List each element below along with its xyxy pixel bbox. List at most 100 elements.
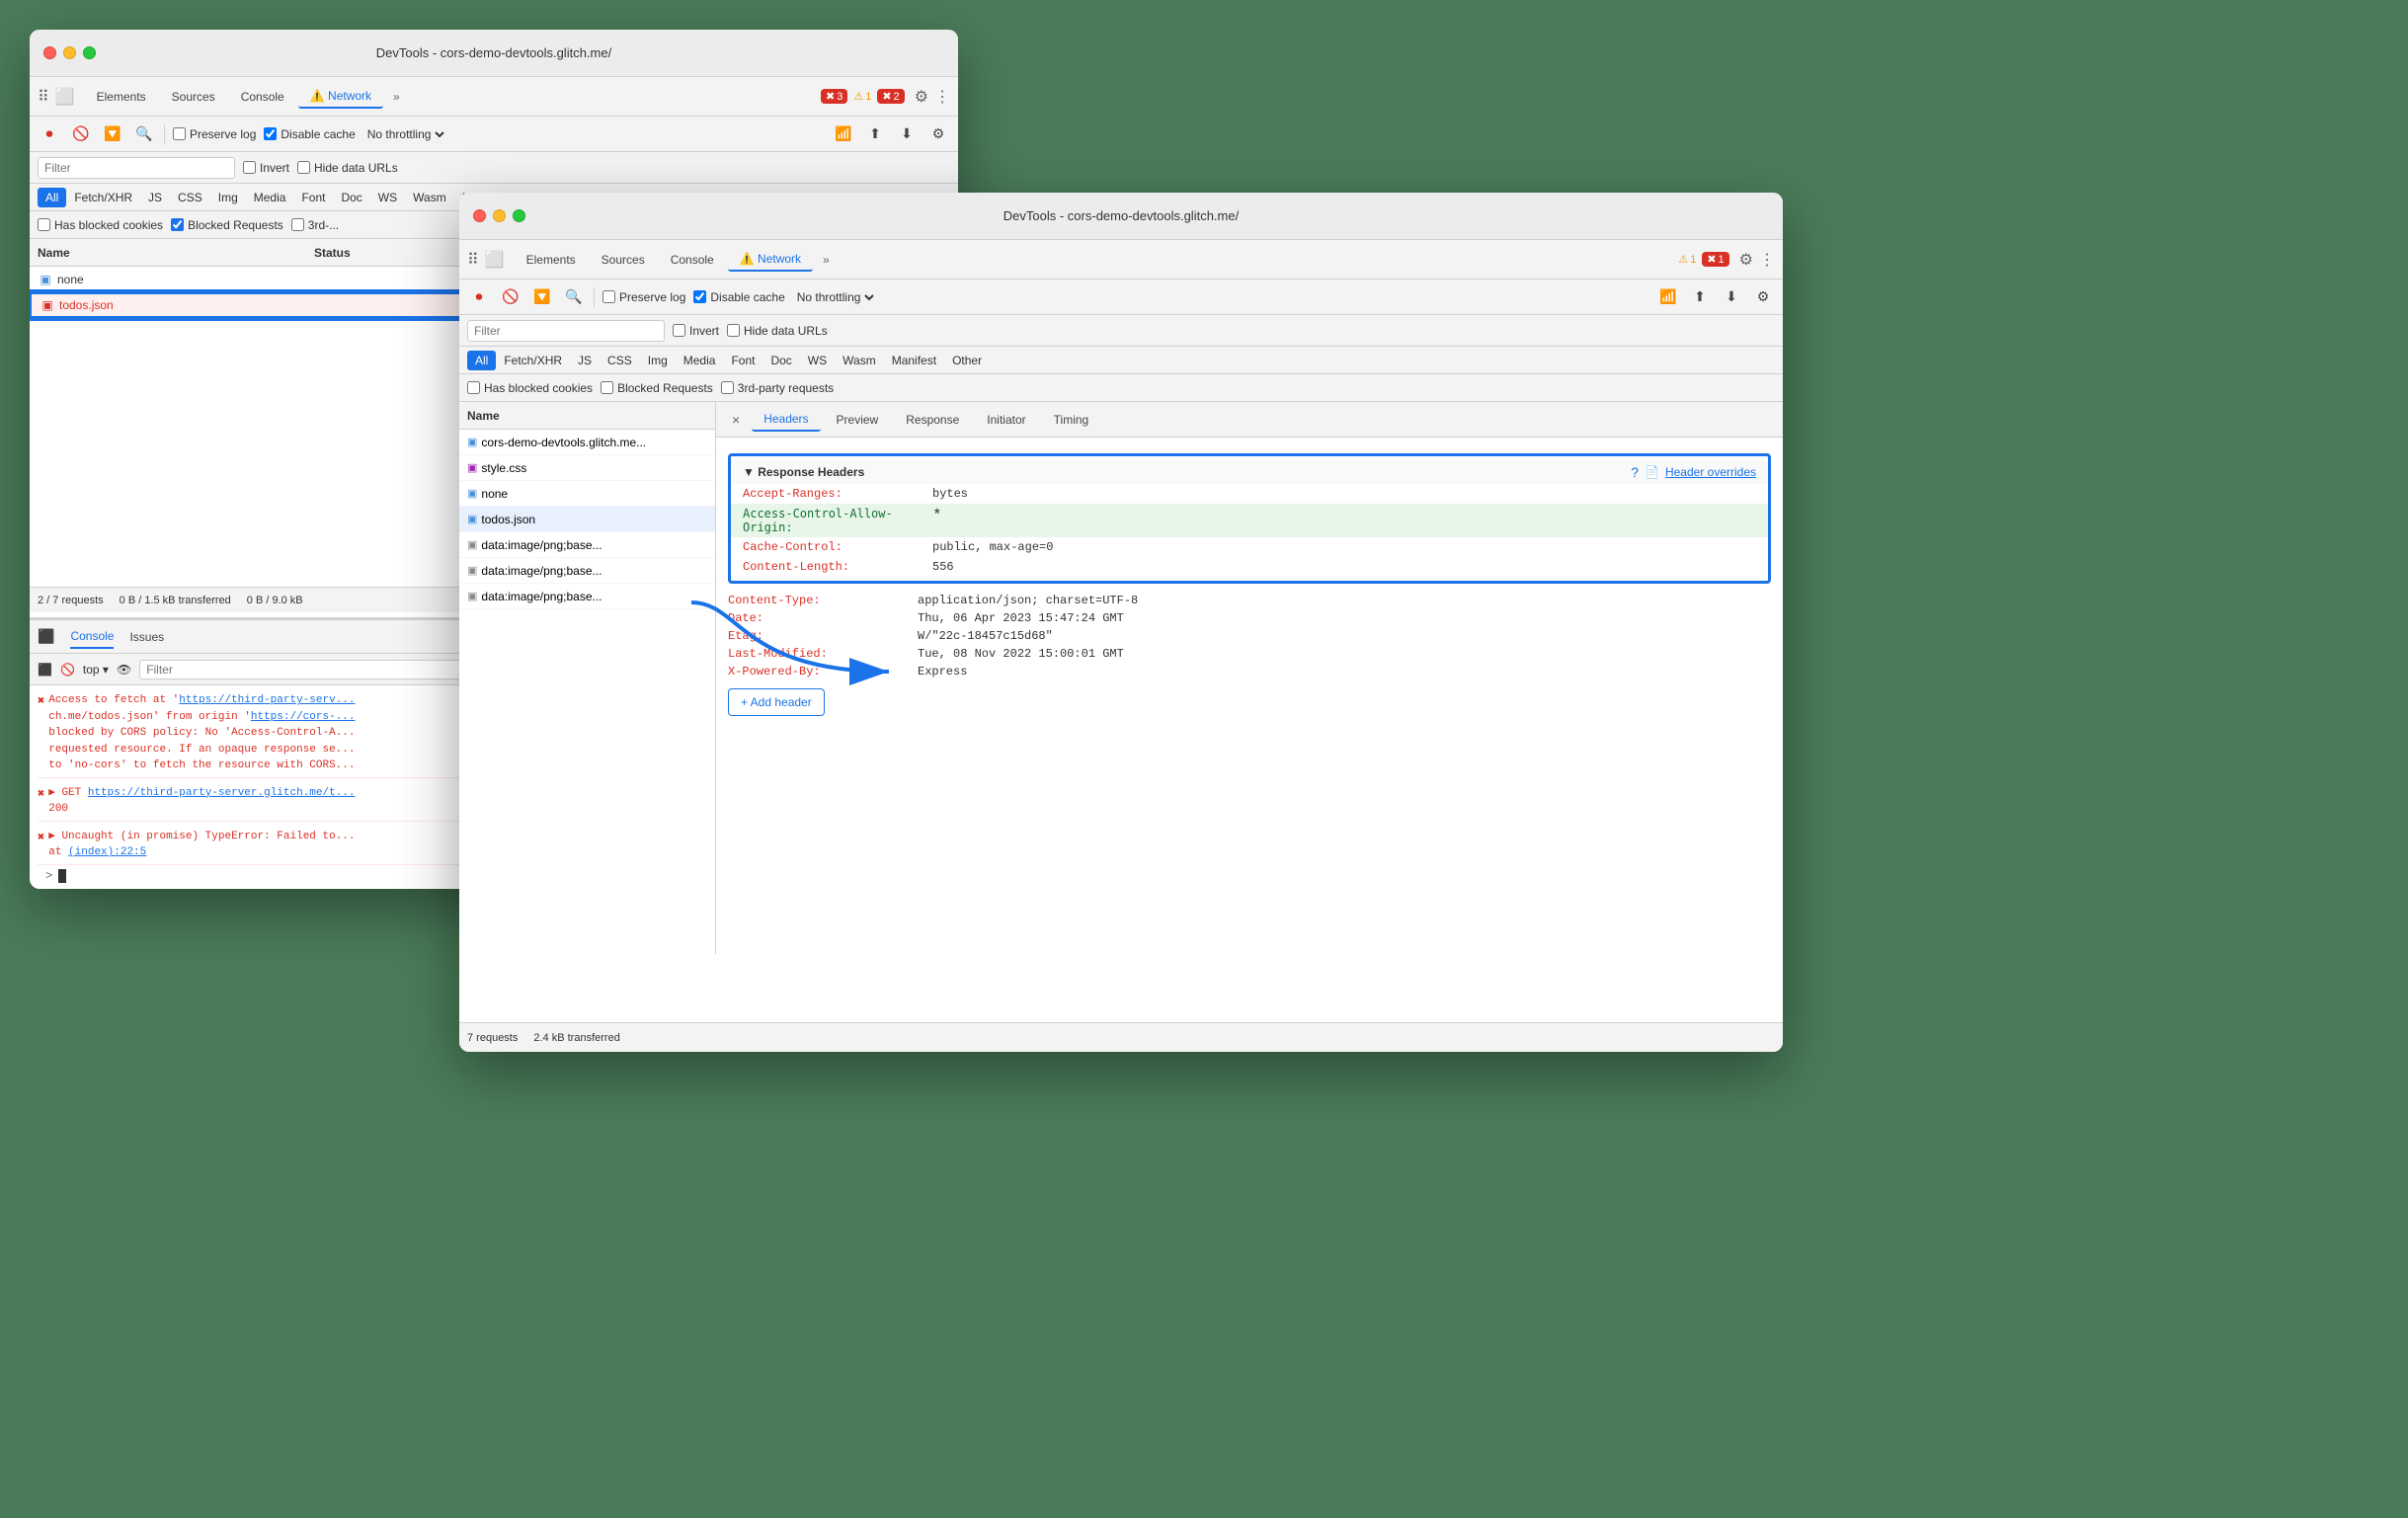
- close-button-front[interactable]: [473, 209, 486, 222]
- error-link-3[interactable]: https://third-party-server.glitch.me/t..…: [88, 787, 356, 799]
- disable-cache-label-front[interactable]: Disable cache: [693, 290, 784, 304]
- header-override-link[interactable]: Header overrides: [1665, 465, 1756, 479]
- top-dropdown[interactable]: top ▾: [83, 663, 109, 677]
- maximize-button-back[interactable]: [83, 46, 96, 59]
- question-icon[interactable]: ?: [1631, 464, 1639, 480]
- tab-network-back[interactable]: ⚠️ Network: [298, 85, 383, 109]
- tab-console-back[interactable]: Console: [229, 86, 296, 108]
- tab-sources-back[interactable]: Sources: [160, 86, 227, 108]
- type-js-back[interactable]: JS: [140, 188, 170, 207]
- type-all-back[interactable]: All: [38, 188, 66, 207]
- tab-elements-front[interactable]: Elements: [515, 249, 588, 271]
- tab-more-front[interactable]: »: [815, 249, 838, 271]
- clear-console-icon[interactable]: 🚫: [60, 663, 75, 677]
- type-all-front[interactable]: All: [467, 351, 496, 370]
- blocked-cookies-check-front[interactable]: [467, 381, 480, 394]
- detail-tab-headers[interactable]: Headers: [752, 408, 820, 432]
- more-icon-back[interactable]: ⋮: [934, 87, 950, 107]
- hide-data-check-front[interactable]: [727, 324, 740, 337]
- file-row-6[interactable]: ▣ data:image/png;base...: [459, 584, 715, 609]
- filter-input-back[interactable]: [38, 157, 235, 179]
- tab-sources-front[interactable]: Sources: [590, 249, 657, 271]
- preserve-log-label-front[interactable]: Preserve log: [602, 290, 685, 304]
- type-ws-front[interactable]: WS: [800, 351, 835, 370]
- tab-console-front[interactable]: Console: [659, 249, 726, 271]
- type-ws-back[interactable]: WS: [370, 188, 405, 207]
- type-js-front[interactable]: JS: [570, 351, 600, 370]
- device-icon-front[interactable]: ⬜: [485, 250, 505, 270]
- invert-label[interactable]: Invert: [243, 161, 289, 175]
- error-link-4[interactable]: (index):22:5: [68, 846, 146, 858]
- disable-cache-label[interactable]: Disable cache: [264, 127, 355, 141]
- tab-more-back[interactable]: »: [385, 86, 408, 108]
- type-css-front[interactable]: CSS: [600, 351, 640, 370]
- close-button-back[interactable]: [43, 46, 56, 59]
- file-row-2[interactable]: ▣ none: [459, 481, 715, 507]
- clear-btn-front[interactable]: 🚫: [499, 285, 522, 309]
- disable-cache-check-front[interactable]: [693, 290, 706, 303]
- hide-data-label-front[interactable]: Hide data URLs: [727, 324, 828, 338]
- type-font-back[interactable]: Font: [293, 188, 333, 207]
- preserve-log-label[interactable]: Preserve log: [173, 127, 256, 141]
- override-file-icon[interactable]: 📄: [1645, 465, 1659, 479]
- maximize-button-front[interactable]: [513, 209, 525, 222]
- wifi-icon[interactable]: 📶: [832, 122, 855, 146]
- file-row-0[interactable]: ▣ cors-demo-devtools.glitch.me...: [459, 430, 715, 455]
- close-detail-btn[interactable]: ×: [724, 408, 748, 432]
- hide-data-check[interactable]: [297, 161, 310, 174]
- search-btn-back[interactable]: 🔍: [132, 122, 156, 146]
- invert-check-front[interactable]: [673, 324, 685, 337]
- error-link-2[interactable]: https://cors-...: [251, 711, 356, 723]
- type-img-front[interactable]: Img: [640, 351, 676, 370]
- blocked-requests-label-front[interactable]: Blocked Requests: [601, 381, 713, 395]
- error-link-1[interactable]: https://third-party-serv...: [179, 694, 355, 706]
- expand-console-icon[interactable]: ⬛: [38, 628, 54, 645]
- type-fetchxhr-back[interactable]: Fetch/XHR: [66, 188, 140, 207]
- type-media-back[interactable]: Media: [246, 188, 294, 207]
- settings-network-icon-front[interactable]: ⚙: [1751, 285, 1775, 309]
- detail-tab-preview[interactable]: Preview: [825, 409, 891, 431]
- minimize-button-back[interactable]: [63, 46, 76, 59]
- third-party-label-front[interactable]: 3rd-party requests: [721, 381, 834, 395]
- filter-input-front[interactable]: [467, 320, 665, 342]
- device-icon[interactable]: ⬜: [55, 87, 75, 107]
- blocked-cookies-label[interactable]: Has blocked cookies: [38, 218, 163, 232]
- blocked-requests-label[interactable]: Blocked Requests: [171, 218, 283, 232]
- file-row-3[interactable]: ▣ todos.json: [459, 507, 715, 532]
- hide-data-label[interactable]: Hide data URLs: [297, 161, 398, 175]
- console-tab-console[interactable]: Console: [70, 625, 114, 649]
- inspect-icon[interactable]: ⠿: [38, 87, 49, 107]
- invert-check[interactable]: [243, 161, 256, 174]
- type-doc-back[interactable]: Doc: [333, 188, 369, 207]
- inspect-icon-front[interactable]: ⠿: [467, 250, 479, 270]
- type-manifest-front[interactable]: Manifest: [884, 351, 944, 370]
- detail-tab-initiator[interactable]: Initiator: [975, 409, 1037, 431]
- record-btn-front[interactable]: ⏺: [467, 285, 491, 309]
- settings-icon-back[interactable]: ⚙: [915, 87, 928, 107]
- type-css-back[interactable]: CSS: [170, 188, 210, 207]
- preserve-log-check-front[interactable]: [602, 290, 615, 303]
- download-icon[interactable]: ⬇: [895, 122, 919, 146]
- file-row-4[interactable]: ▣ data:image/png;base...: [459, 532, 715, 558]
- filter-btn-back[interactable]: 🔽: [101, 122, 124, 146]
- detail-tab-timing[interactable]: Timing: [1042, 409, 1101, 431]
- disable-cache-check[interactable]: [264, 127, 277, 140]
- console-tab-issues[interactable]: Issues: [129, 626, 164, 648]
- detail-tab-response[interactable]: Response: [894, 409, 971, 431]
- throttle-select-back[interactable]: No throttling: [363, 126, 447, 142]
- third-party-label[interactable]: 3rd-...: [291, 218, 339, 232]
- third-party-check-front[interactable]: [721, 381, 734, 394]
- type-wasm-back[interactable]: Wasm: [405, 188, 454, 207]
- eye-icon[interactable]: 👁: [117, 663, 131, 677]
- third-party-check[interactable]: [291, 218, 304, 231]
- tab-network-front[interactable]: ⚠️ Network: [728, 248, 813, 272]
- sidebar-expand-icon[interactable]: ⬛: [38, 663, 52, 677]
- search-btn-front[interactable]: 🔍: [562, 285, 586, 309]
- add-header-button[interactable]: + Add header: [728, 688, 825, 716]
- throttle-select-front[interactable]: No throttling: [793, 289, 877, 305]
- blocked-cookies-check[interactable]: [38, 218, 50, 231]
- settings-network-icon[interactable]: ⚙: [926, 122, 950, 146]
- blocked-requests-check-front[interactable]: [601, 381, 613, 394]
- settings-icon-front[interactable]: ⚙: [1739, 250, 1753, 270]
- invert-label-front[interactable]: Invert: [673, 324, 719, 338]
